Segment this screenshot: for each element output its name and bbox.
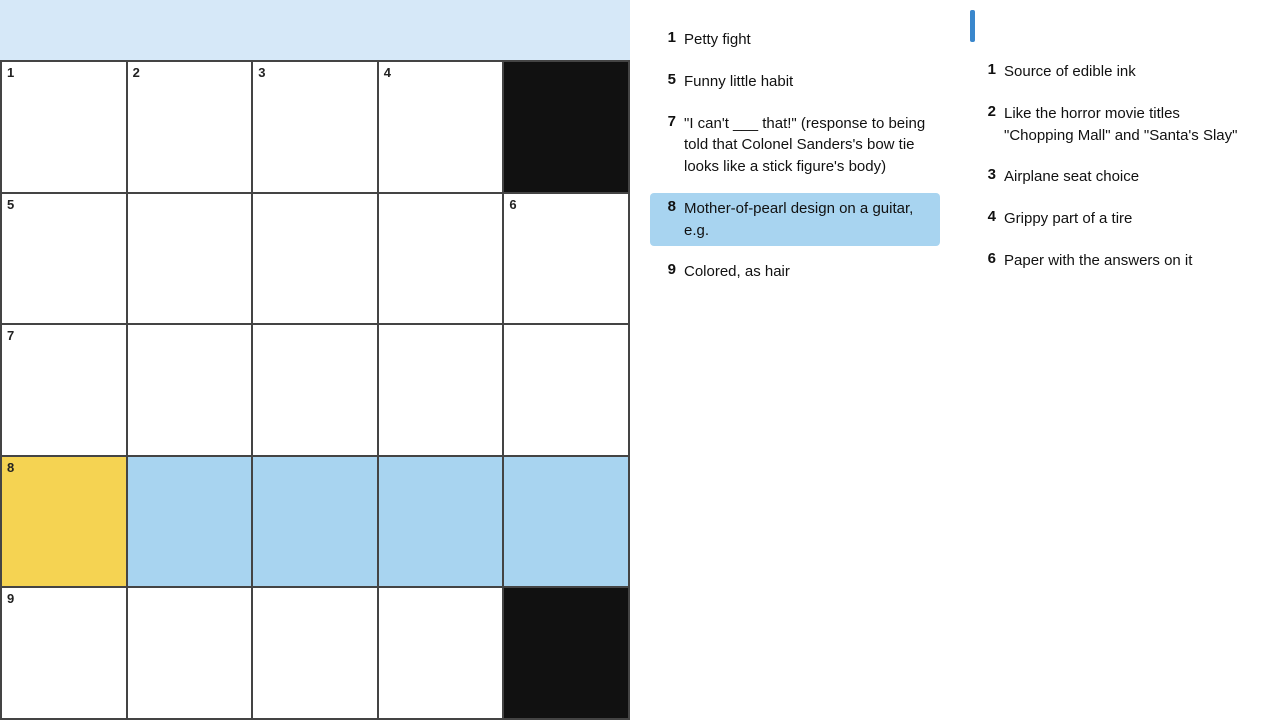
grid-cell-r4c1[interactable] — [128, 588, 254, 720]
clue-description: Colored, as hair — [684, 261, 790, 283]
cell-number: 4 — [384, 66, 391, 79]
grid-cell-r4c3[interactable] — [379, 588, 505, 720]
cell-number: 3 — [258, 66, 265, 79]
across-clue-5[interactable]: 5 Funny little habit — [650, 66, 940, 98]
grid-cell-r1c4[interactable]: 6 — [504, 194, 630, 326]
clue-description: Funny little habit — [684, 71, 793, 93]
clue-header — [0, 0, 630, 60]
down-clue-2[interactable]: 2 Like the horror movie titles "Chopping … — [970, 98, 1260, 152]
grid-cell-r2c0[interactable]: 7 — [2, 325, 128, 457]
clue-description: Petty fight — [684, 29, 751, 51]
clue-description: Paper with the answers on it — [1004, 250, 1192, 272]
clue-number: 4 — [978, 208, 996, 225]
clue-description: Like the horror movie titles "Chopping M… — [1004, 103, 1252, 147]
grid-cell-r2c3[interactable] — [379, 325, 505, 457]
clue-number: 9 — [658, 261, 676, 278]
grid-cell-r3c4[interactable] — [504, 457, 630, 589]
grid-cell-r1c3[interactable] — [379, 194, 505, 326]
grid-cell-r3c3[interactable] — [379, 457, 505, 589]
grid-cell-r2c1[interactable] — [128, 325, 254, 457]
down-clue-1[interactable]: 1 Source of edible ink — [970, 56, 1260, 88]
down-clue-4[interactable]: 4 Grippy part of a tire — [970, 203, 1260, 235]
cell-number: 1 — [7, 66, 14, 79]
grid-cell-r0c4[interactable] — [504, 62, 630, 194]
grid-cell-r3c2[interactable] — [253, 457, 379, 589]
grid-cell-r4c0[interactable]: 9 — [2, 588, 128, 720]
cell-number: 9 — [7, 592, 14, 605]
clue-number: 2 — [978, 103, 996, 120]
across-clue-7[interactable]: 7 "I can't ___ that!" (response to being … — [650, 108, 940, 183]
down-column: 1 Source of edible ink 2 Like the horror mo… — [970, 0, 1260, 720]
clues-panel: 1 Petty fight 5 Funny little habit 7 "I can't… — [630, 0, 1280, 720]
across-column: 1 Petty fight 5 Funny little habit 7 "I can't… — [650, 0, 940, 720]
grid-cell-r3c0[interactable]: 8 — [2, 457, 128, 589]
down-accent-bar — [970, 10, 975, 42]
cell-number: 7 — [7, 329, 14, 342]
clue-description: Source of edible ink — [1004, 61, 1136, 83]
grid-cell-r1c0[interactable]: 5 — [2, 194, 128, 326]
grid-cell-r4c4[interactable] — [504, 588, 630, 720]
cell-number: 5 — [7, 198, 14, 211]
grid-cell-r2c2[interactable] — [253, 325, 379, 457]
clue-number: 5 — [658, 71, 676, 88]
grid-cell-r0c1[interactable]: 2 — [128, 62, 254, 194]
clue-number: 1 — [658, 29, 676, 46]
across-clue-8[interactable]: 8 Mother-of-pearl design on a guitar, e.g… — [650, 193, 940, 247]
grid-cell-r3c1[interactable] — [128, 457, 254, 589]
clue-description: Mother-of-pearl design on a guitar, e.g. — [684, 198, 932, 242]
grid-container: 1 2 3 4 5 6 7 8 9 — [0, 60, 630, 720]
clue-number: 6 — [978, 250, 996, 267]
cell-number: 6 — [509, 198, 516, 211]
crossword-grid: 1 2 3 4 5 6 7 8 9 — [0, 60, 630, 720]
clue-description: Airplane seat choice — [1004, 166, 1139, 188]
clue-number: 8 — [658, 198, 676, 215]
clue-number: 1 — [978, 61, 996, 78]
cell-number: 8 — [7, 461, 14, 474]
across-clue-9[interactable]: 9 Colored, as hair — [650, 256, 940, 288]
grid-cell-r0c2[interactable]: 3 — [253, 62, 379, 194]
grid-cell-r0c3[interactable]: 4 — [379, 62, 505, 194]
clue-description: "I can't ___ that!" (response to being t… — [684, 113, 932, 178]
grid-cell-r1c1[interactable] — [128, 194, 254, 326]
clue-description: Grippy part of a tire — [1004, 208, 1132, 230]
down-header — [970, 10, 1260, 42]
clue-number: 3 — [978, 166, 996, 183]
down-clue-3[interactable]: 3 Airplane seat choice — [970, 161, 1260, 193]
cell-number: 2 — [133, 66, 140, 79]
across-clue-1[interactable]: 1 Petty fight — [650, 24, 940, 56]
grid-cell-r4c2[interactable] — [253, 588, 379, 720]
grid-cell-r1c2[interactable] — [253, 194, 379, 326]
down-clue-6[interactable]: 6 Paper with the answers on it — [970, 245, 1260, 277]
grid-cell-r0c0[interactable]: 1 — [2, 62, 128, 194]
grid-cell-r2c4[interactable] — [504, 325, 630, 457]
clue-number: 7 — [658, 113, 676, 130]
crossword-panel: 1 2 3 4 5 6 7 8 9 — [0, 0, 630, 720]
